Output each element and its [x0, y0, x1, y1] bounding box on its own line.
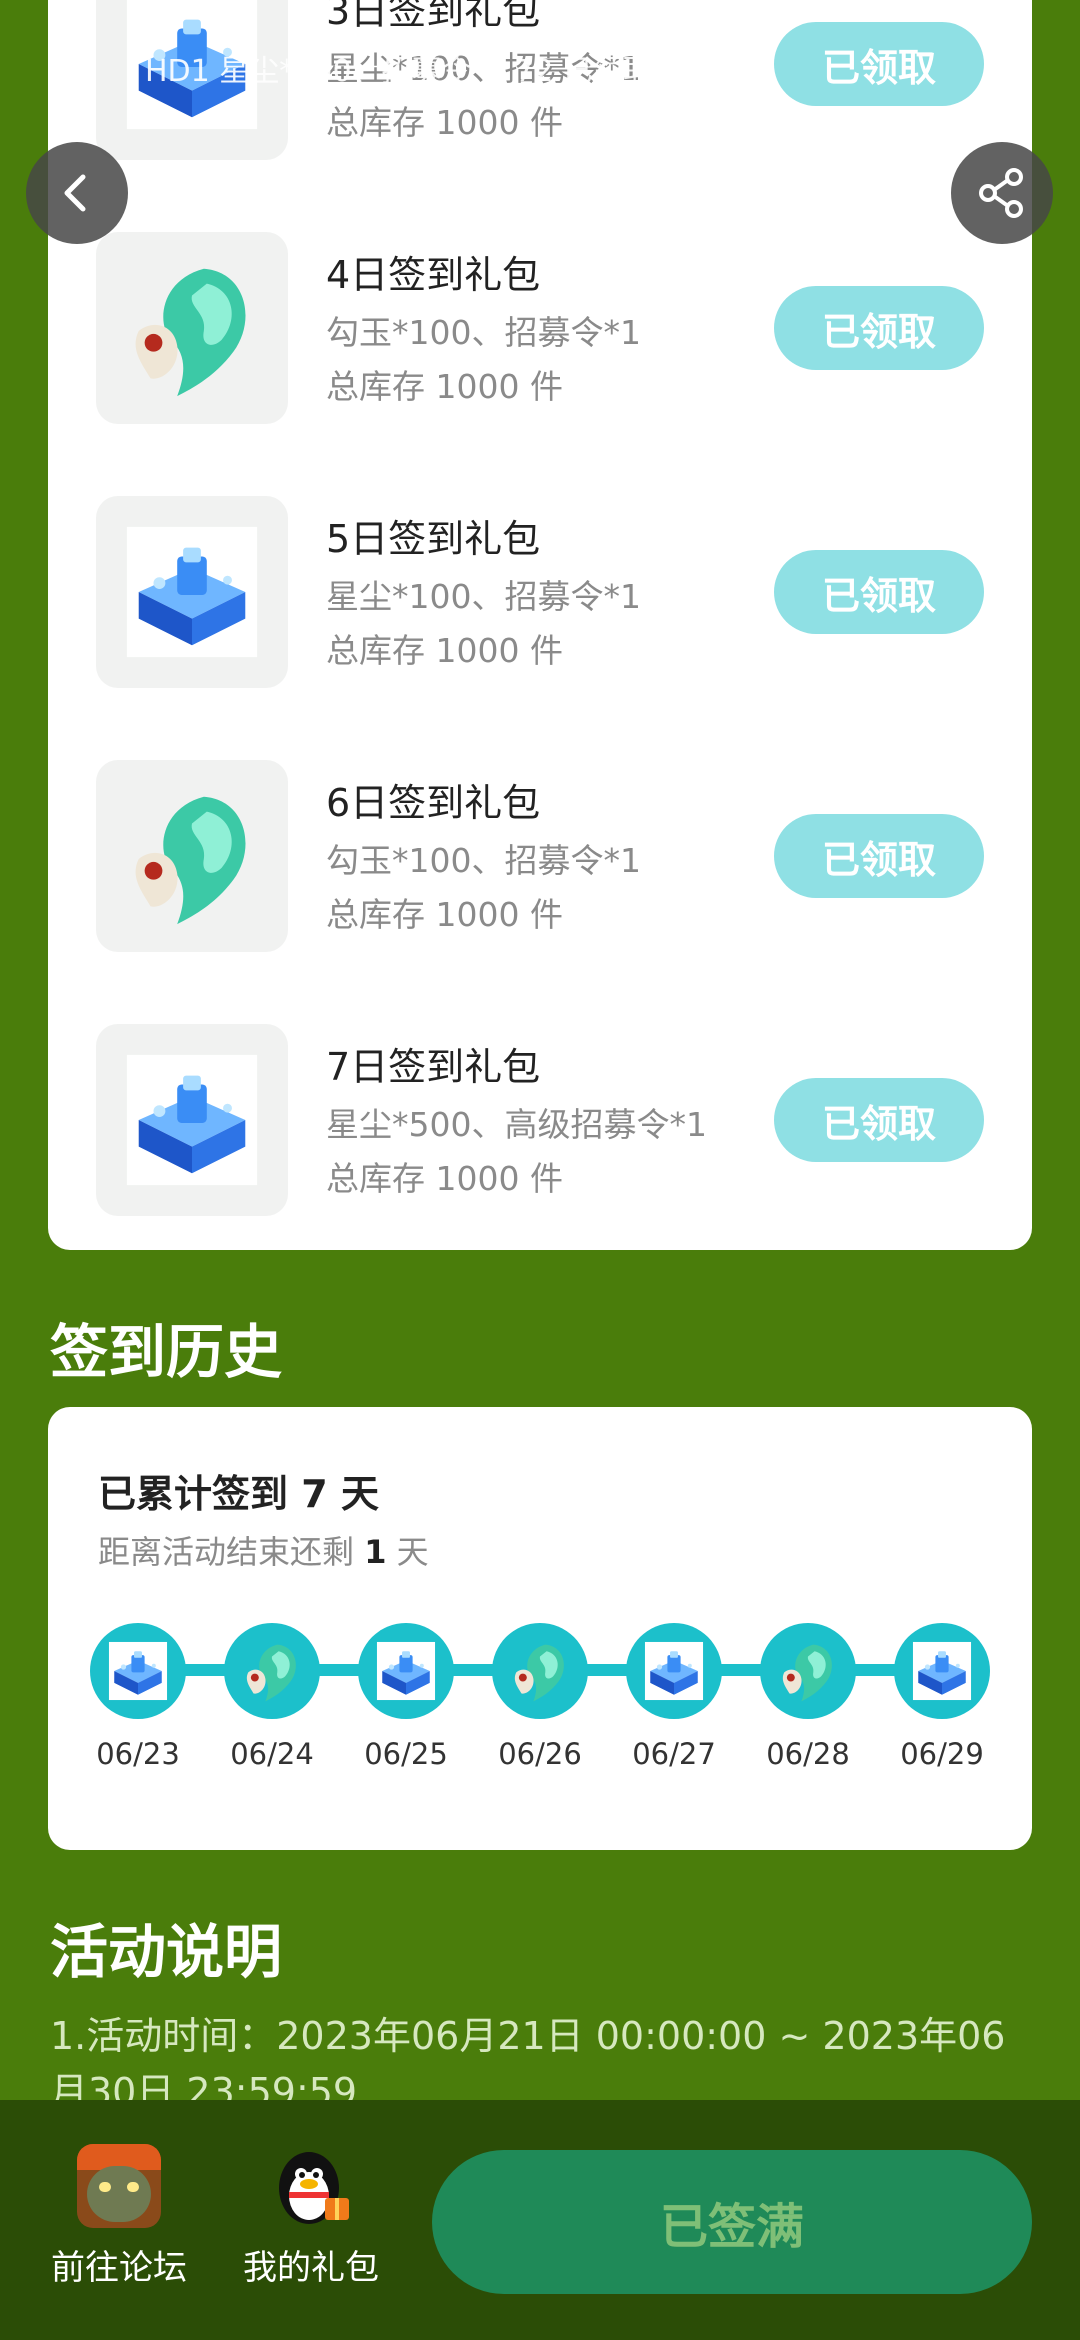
day-jade-magatama-icon: [224, 1623, 320, 1719]
gift-desc: 星尘*500、高级招募令*1: [326, 1105, 707, 1144]
forum-label: 前往论坛: [51, 2248, 187, 2288]
remain-prefix: 距离活动结束还剩: [98, 1533, 355, 1571]
day-date: 06/23: [96, 1737, 180, 1771]
total-signin: 已累计签到 7 天: [98, 1463, 379, 1518]
crystal-chest-icon: [96, 1024, 288, 1216]
day-crystal-chest-icon: [90, 1623, 186, 1719]
day-jade-magatama-icon: [492, 1623, 588, 1719]
gift-stock: 总库存 1000 件: [326, 367, 563, 406]
gift-desc: 星尘*100、招募令*1: [326, 577, 641, 616]
crystal-chest-icon: [96, 496, 288, 688]
gift-stock: 总库存 1000 件: [326, 631, 563, 670]
gift-desc: 勾玉*100、招募令*1: [326, 313, 641, 352]
jade-magatama-icon: [96, 232, 288, 424]
my-gifts-label: 我的礼包: [243, 2248, 379, 2288]
gift-title: 7日签到礼包: [326, 1045, 541, 1089]
gift-title: 6日签到礼包: [326, 781, 541, 825]
gift-desc: 勾玉*100、招募令*1: [326, 841, 641, 880]
gift-title: 3日签到礼包: [326, 0, 541, 33]
back-button[interactable]: [26, 142, 128, 244]
claimed-button[interactable]: 已领取: [774, 814, 984, 898]
day-crystal-chest-icon: [894, 1623, 990, 1719]
gift-stock: 总库存 1000 件: [326, 1159, 563, 1198]
claimed-button[interactable]: 已领取: [774, 1078, 984, 1162]
gift-row: 6日签到礼包 勾玉*100、招募令*1 总库存 1000 件 已领取: [48, 760, 1032, 956]
total-suffix: 天: [340, 1472, 379, 1516]
gift-stock: 总库存 1000 件: [326, 895, 563, 934]
gift-title: 5日签到礼包: [326, 517, 541, 561]
gift-stock: 总库存 1000 件: [326, 103, 563, 142]
gift-row: 5日签到礼包 星尘*100、招募令*1 总库存 1000 件 已领取: [48, 496, 1032, 692]
day-date: 06/24: [230, 1737, 314, 1771]
day-date: 06/28: [766, 1737, 850, 1771]
gift-title: 4日签到礼包: [326, 253, 541, 297]
my-gifts-nav-item[interactable]: 我的礼包: [226, 2144, 396, 2289]
game-avatar-icon: [77, 2144, 161, 2228]
day-date: 06/26: [498, 1737, 582, 1771]
day-date: 06/25: [364, 1737, 448, 1771]
history-card: 已累计签到 7 天 距离活动结束还剩 1 天 06/23 06/24 06/25…: [48, 1407, 1032, 1850]
day-date: 06/27: [632, 1737, 716, 1771]
share-button[interactable]: [951, 142, 1053, 244]
day-crystal-chest-icon: [358, 1623, 454, 1719]
jade-magatama-icon: [96, 760, 288, 952]
remain-days-number: 1: [364, 1533, 387, 1571]
remain-suffix: 天: [396, 1533, 429, 1571]
forum-nav-item[interactable]: 前往论坛: [34, 2144, 204, 2289]
history-section-title: 签到历史: [50, 1318, 283, 1386]
bottom-bar: 前往论坛 我的礼包 已签满: [0, 2100, 1080, 2340]
total-prefix: 已累计签到: [98, 1472, 289, 1516]
day-crystal-chest-icon: [626, 1623, 722, 1719]
rules-section-title: 活动说明: [50, 1918, 283, 1986]
share-icon: [979, 168, 1023, 218]
total-days: 7: [301, 1472, 328, 1516]
top-overlay-text: HD1 星尘*100、招募令*1 72 已领取 09: [145, 54, 701, 89]
gift-row: 4日签到礼包 勾玉*100、招募令*1 总库存 1000 件 已领取: [48, 232, 1032, 428]
day-jade-magatama-icon: [760, 1623, 856, 1719]
gift-row: 7日签到礼包 星尘*500、高级招募令*1 总库存 1000 件 已领取: [48, 1024, 1032, 1220]
day-date: 06/29: [900, 1737, 984, 1771]
claimed-button[interactable]: 已领取: [774, 550, 984, 634]
signin-full-button[interactable]: 已签满: [432, 2150, 1032, 2294]
claimed-button[interactable]: 已领取: [774, 286, 984, 370]
remaining-days: 距离活动结束还剩 1 天: [98, 1527, 429, 1573]
gift-list-card: 3日签到礼包 星尘*100、招募令*1 总库存 1000 件 已领取 4日签到礼…: [48, 0, 1032, 1250]
claimed-button[interactable]: 已领取: [774, 22, 984, 106]
chevron-left-icon: [64, 174, 86, 212]
penguin-gift-icon: [279, 2152, 349, 2224]
